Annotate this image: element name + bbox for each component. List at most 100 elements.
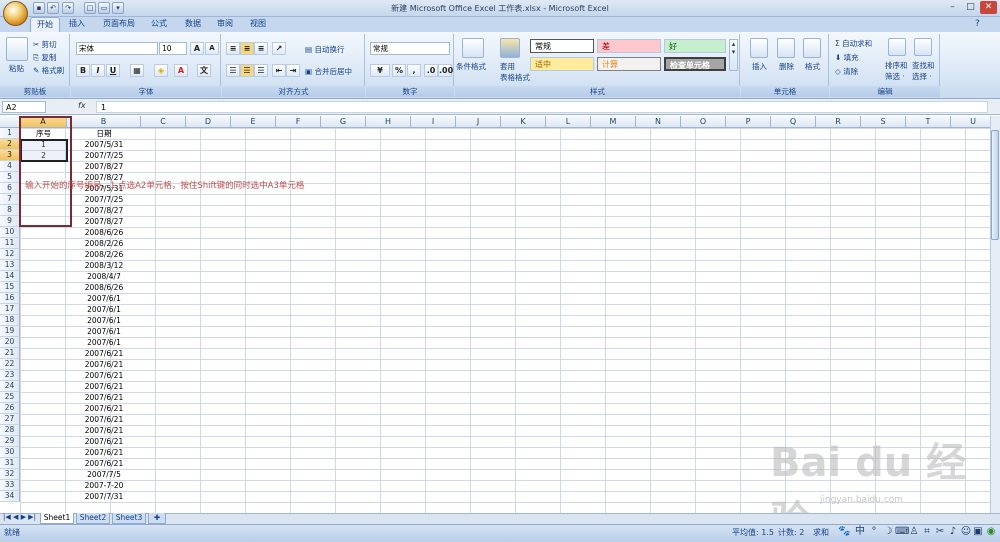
office-button[interactable]: [3, 1, 28, 26]
autosum-button[interactable]: Σ 自动求和: [835, 38, 872, 49]
row-header-2[interactable]: 2: [0, 139, 20, 150]
row-header-17[interactable]: 17: [0, 304, 20, 315]
tab-data[interactable]: 数据: [178, 17, 208, 32]
ime-user-icon[interactable]: ♙: [908, 526, 920, 538]
row-header-31[interactable]: 31: [0, 458, 20, 469]
tab-page-layout[interactable]: 页面布局: [96, 17, 142, 32]
copy-button[interactable]: ⎘ 复制: [33, 52, 56, 63]
row-header-22[interactable]: 22: [0, 359, 20, 370]
tab-review[interactable]: 审阅: [210, 17, 240, 32]
insert-function-icon[interactable]: fx: [78, 101, 96, 113]
tab-view[interactable]: 视图: [243, 17, 273, 32]
ime-mic-icon[interactable]: ♪: [947, 526, 959, 538]
ime-tools-icon[interactable]: ✂: [934, 526, 946, 538]
column-header-i[interactable]: I: [411, 116, 456, 128]
row-header-29[interactable]: 29: [0, 436, 20, 447]
cell-b33[interactable]: 2007-7-20: [67, 480, 141, 491]
align-left-icon[interactable]: ☰: [226, 64, 240, 77]
cell-b24[interactable]: 2007/6/21: [67, 381, 141, 392]
row-header-13[interactable]: 13: [0, 260, 20, 271]
column-header-p[interactable]: P: [726, 116, 771, 128]
clear-button[interactable]: ◇ 清除: [835, 66, 858, 77]
cell-b10[interactable]: 2008/6/26: [67, 227, 141, 238]
row-header-12[interactable]: 12: [0, 249, 20, 260]
sort-filter-button[interactable]: 排序和 筛选 ·: [885, 60, 908, 82]
vertical-scroll-thumb[interactable]: [991, 130, 999, 240]
currency-icon[interactable]: ¥: [370, 64, 390, 77]
ime-image-icon[interactable]: ▣: [972, 526, 984, 538]
insert-sheet-icon[interactable]: ✚: [148, 513, 166, 524]
column-header-d[interactable]: D: [186, 116, 231, 128]
tab-insert[interactable]: 插入: [62, 17, 92, 32]
minimize-icon[interactable]: –: [944, 1, 961, 14]
cell-b19[interactable]: 2007/6/1: [67, 326, 141, 337]
number-format-combo[interactable]: 常规: [370, 42, 450, 55]
underline-button[interactable]: U: [106, 64, 120, 77]
row-header-32[interactable]: 32: [0, 469, 20, 480]
fill-button[interactable]: ⬇ 填充: [835, 52, 859, 63]
row-header-3[interactable]: 3: [0, 150, 20, 161]
style-normal[interactable]: 常规: [530, 39, 594, 53]
formula-input[interactable]: 1: [96, 101, 988, 113]
row-header-15[interactable]: 15: [0, 282, 20, 293]
grow-font-button[interactable]: A: [190, 42, 204, 55]
column-header-c[interactable]: C: [141, 116, 186, 128]
decrease-indent-icon[interactable]: ⇤: [272, 64, 286, 77]
sheet-tab-1[interactable]: Sheet1: [40, 513, 74, 524]
paste-icon[interactable]: [6, 37, 28, 61]
row-header-26[interactable]: 26: [0, 403, 20, 414]
border-icon[interactable]: ▦: [130, 64, 144, 77]
name-box[interactable]: A2: [2, 101, 46, 113]
cell-b8[interactable]: 2007/8/27: [67, 205, 141, 216]
row-header-7[interactable]: 7: [0, 194, 20, 205]
column-header-r[interactable]: R: [816, 116, 861, 128]
increase-decimal-icon[interactable]: .0: [424, 64, 438, 77]
row-header-33[interactable]: 33: [0, 480, 20, 491]
align-right-icon[interactable]: ☰: [254, 64, 268, 77]
cell-b12[interactable]: 2008/2/26: [67, 249, 141, 260]
row-header-34[interactable]: 34: [0, 491, 20, 502]
row-header-1[interactable]: 1: [0, 128, 20, 139]
style-good[interactable]: 好: [664, 39, 726, 53]
row-header-27[interactable]: 27: [0, 414, 20, 425]
cell-b21[interactable]: 2007/6/21: [67, 348, 141, 359]
cell-b11[interactable]: 2008/2/26: [67, 238, 141, 249]
sheet-nav-icon[interactable]: |◀ ◀ ▶ ▶|: [3, 513, 36, 521]
cell-b16[interactable]: 2007/6/1: [67, 293, 141, 304]
select-all-corner[interactable]: [0, 116, 20, 128]
align-bottom-icon[interactable]: ≡: [254, 42, 268, 55]
align-middle-icon[interactable]: ≡: [240, 42, 254, 55]
italic-button[interactable]: I: [91, 64, 105, 77]
sheet-tab-3[interactable]: Sheet3: [112, 513, 146, 524]
bold-button[interactable]: B: [76, 64, 90, 77]
column-header-q[interactable]: Q: [771, 116, 816, 128]
fill-color-icon[interactable]: ◈: [154, 64, 168, 77]
cell-b23[interactable]: 2007/6/21: [67, 370, 141, 381]
insert-cells-icon[interactable]: [750, 38, 768, 58]
cell-b15[interactable]: 2008/6/26: [67, 282, 141, 293]
row-header-23[interactable]: 23: [0, 370, 20, 381]
find-select-icon[interactable]: [914, 38, 932, 56]
cell-b26[interactable]: 2007/6/21: [67, 403, 141, 414]
column-header-k[interactable]: K: [501, 116, 546, 128]
paste-button[interactable]: 粘贴: [9, 63, 24, 74]
cell-b34[interactable]: 2007/7/31: [67, 491, 141, 502]
cell-b22[interactable]: 2007/6/21: [67, 359, 141, 370]
row-header-30[interactable]: 30: [0, 447, 20, 458]
column-header-n[interactable]: N: [636, 116, 681, 128]
column-header-u[interactable]: U: [951, 116, 990, 128]
format-cells-button[interactable]: 格式: [805, 61, 820, 72]
font-size-combo[interactable]: 10: [159, 42, 187, 55]
cell-b9[interactable]: 2007/8/27: [67, 216, 141, 227]
column-header-j[interactable]: J: [456, 116, 501, 128]
row-header-11[interactable]: 11: [0, 238, 20, 249]
maximize-icon[interactable]: □: [962, 1, 979, 14]
cell-b14[interactable]: 2008/4/7: [67, 271, 141, 282]
format-painter-button[interactable]: ✎ 格式刷: [33, 65, 64, 76]
cell-b28[interactable]: 2007/6/21: [67, 425, 141, 436]
row-header-4[interactable]: 4: [0, 161, 20, 172]
column-header-h[interactable]: H: [366, 116, 411, 128]
style-neutral[interactable]: 适中: [530, 57, 594, 71]
tab-home[interactable]: 开始: [30, 17, 60, 32]
ime-moon-icon[interactable]: ☽: [882, 526, 894, 538]
